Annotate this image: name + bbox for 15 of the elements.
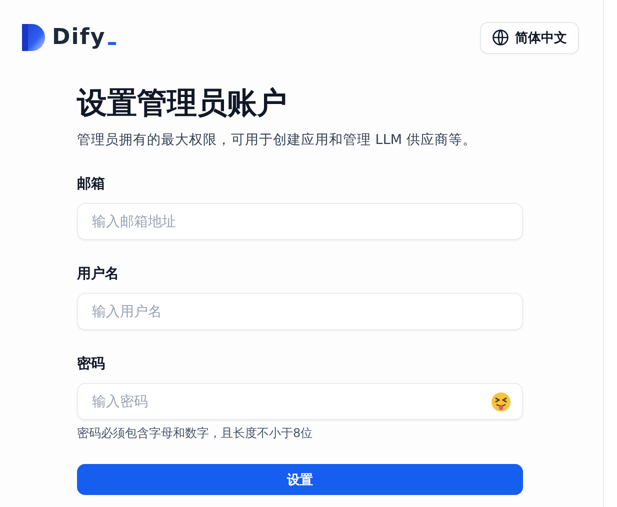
input-field[interactable]: 输入密码	[77, 383, 523, 420]
field-label: 用户名	[77, 264, 120, 284]
field-label: 密码	[77, 354, 106, 374]
submit-button[interactable]: 设置	[77, 464, 523, 495]
input-field[interactable]: 输入用户名	[77, 293, 523, 330]
logo-icon	[22, 24, 45, 51]
page-subtitle: 管理员拥有的最大权限，可用于创建应用和管理 LLM 供应商等。	[77, 131, 478, 150]
page-title: 设置管理员账户	[77, 85, 288, 123]
input-field[interactable]: 输入邮箱地址	[77, 203, 523, 240]
language-button[interactable]: 简体中文	[480, 22, 579, 54]
field-label: 邮箱	[77, 175, 106, 194]
squinting-face-icon[interactable]	[491, 392, 511, 412]
logo-text: Dify	[52, 25, 116, 50]
hint-text: 密码必须包含字母和数字，且长度不小于8位	[77, 425, 314, 442]
globe-icon	[492, 29, 509, 46]
